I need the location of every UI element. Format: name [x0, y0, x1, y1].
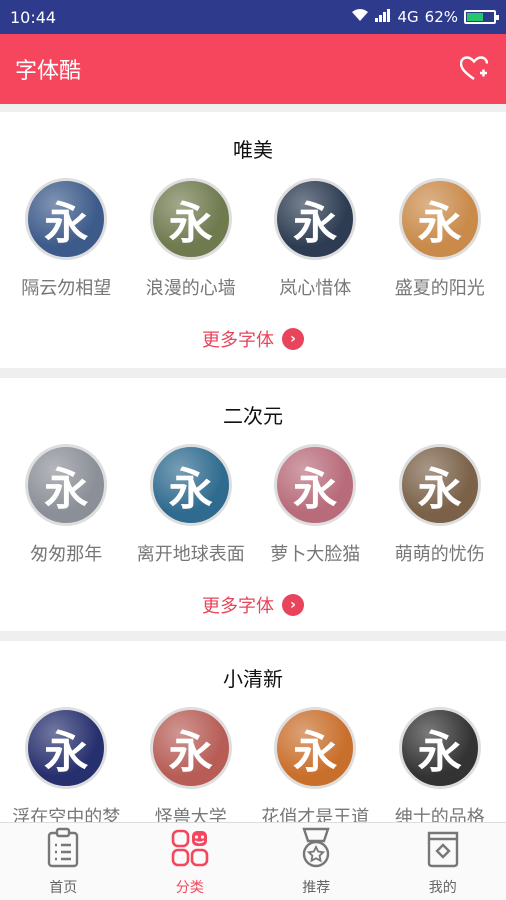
tab-label: 我的: [428, 879, 457, 896]
app-bar: 字体酷: [0, 34, 506, 104]
font-name: 萌萌的忧伤: [394, 544, 485, 565]
section-title: 唯美: [233, 138, 273, 162]
font-item[interactable]: 永 匆匆那年: [5, 444, 127, 566]
status-bar: 10:44 4G 62%: [0, 0, 506, 34]
more-fonts-link[interactable]: 更多字体 ›: [0, 592, 506, 618]
tab-1[interactable]: 分类: [127, 823, 254, 900]
font-item[interactable]: 永 萌萌的忧伤: [379, 444, 501, 566]
more-fonts-label: 更多字体: [202, 330, 274, 351]
font-name: 浪漫的心墙: [145, 278, 236, 299]
more-fonts-link[interactable]: 更多字体 ›: [0, 326, 506, 352]
font-item[interactable]: 永 盛夏的阳光: [379, 178, 501, 300]
tab-2[interactable]: 推荐: [253, 823, 380, 900]
status-time: 10:44: [10, 7, 57, 27]
font-item[interactable]: 永 离开地球表面: [130, 444, 252, 566]
font-name: 隔云勿相望: [21, 278, 112, 299]
font-name: 岚心惜体: [279, 278, 352, 299]
font-row: 永 隔云勿相望 永 浪漫的心墙 永 岚心惜体 永 盛夏的阳光: [0, 178, 506, 300]
font-name: 怪兽大学: [154, 807, 227, 822]
bottom-tab-bar: 首页 分类 推荐 我的: [0, 822, 506, 900]
tab-3[interactable]: 我的: [380, 823, 506, 900]
tab-0[interactable]: 首页: [0, 823, 127, 900]
font-row: 永 匆匆那年 永 离开地球表面 永 萝卜大脸猫 永 萌萌的忧伤: [0, 444, 506, 566]
section-title: 小清新: [223, 667, 283, 691]
font-category-section: 唯美 永 隔云勿相望 永 浪漫的心墙 永 岚心惜体 永 盛夏的阳光 更多字体 ›: [0, 112, 506, 368]
font-preview-avatar: 永: [149, 707, 232, 789]
chevron-right-icon: ›: [282, 328, 304, 350]
signal-icon: [375, 8, 391, 26]
category-list[interactable]: 唯美 永 隔云勿相望 永 浪漫的心墙 永 岚心惜体 永 盛夏的阳光 更多字体 ›…: [0, 104, 506, 822]
battery-icon: [464, 10, 499, 24]
font-item[interactable]: 永 浮在空中的梦: [5, 707, 127, 822]
font-preview-avatar: 永: [274, 178, 357, 260]
font-preview-avatar: 永: [149, 444, 232, 526]
chevron-right-icon: ›: [282, 594, 304, 616]
font-item[interactable]: 永 怪兽大学: [130, 707, 252, 822]
battery-fill: [467, 13, 484, 21]
font-item[interactable]: 永 浪漫的心墙: [130, 178, 252, 300]
font-row: 永 浮在空中的梦 永 怪兽大学 永 花俏才是王道 永 绅士的品格: [0, 707, 506, 822]
font-preview-avatar: 永: [398, 178, 481, 260]
font-preview-avatar: 永: [25, 707, 108, 789]
favorites-heart-icon[interactable]: [457, 52, 491, 86]
medal-icon: [296, 827, 336, 873]
font-name: 盛夏的阳光: [394, 278, 485, 299]
font-name: 离开地球表面: [136, 544, 245, 565]
network-type: 4G: [397, 8, 419, 26]
font-item[interactable]: 永 绅士的品格: [379, 707, 501, 822]
font-preview-avatar: 永: [25, 444, 108, 526]
font-item[interactable]: 永 岚心惜体: [254, 178, 376, 300]
wifi-icon: [351, 8, 369, 26]
grid-icon: [170, 827, 210, 873]
app-title: 字体酷: [15, 59, 82, 84]
battery-percent: 62%: [424, 8, 458, 26]
font-item[interactable]: 永 萝卜大脸猫: [254, 444, 376, 566]
status-indicators: 4G 62%: [351, 8, 499, 26]
font-name: 花俏才是王道: [261, 807, 370, 822]
font-name: 萝卜大脸猫: [270, 544, 361, 565]
font-name: 绅士的品格: [394, 807, 485, 822]
tab-label: 推荐: [302, 879, 331, 896]
tab-label: 分类: [175, 879, 204, 896]
font-category-section: 小清新 永 浮在空中的梦 永 怪兽大学 永 花俏才是王道 永 绅士的品格 更多字…: [0, 641, 506, 822]
more-fonts-label: 更多字体: [202, 596, 274, 617]
tab-label: 首页: [49, 879, 78, 896]
font-preview-avatar: 永: [398, 707, 481, 789]
section-title: 二次元: [223, 404, 283, 428]
font-preview-avatar: 永: [274, 707, 357, 789]
font-preview-avatar: 永: [398, 444, 481, 526]
font-category-section: 二次元 永 匆匆那年 永 离开地球表面 永 萝卜大脸猫 永 萌萌的忧伤 更多字体…: [0, 378, 506, 631]
profile-card-icon: [423, 827, 463, 873]
font-name: 匆匆那年: [30, 544, 103, 565]
clipboard-icon: [43, 827, 83, 873]
font-preview-avatar: 永: [274, 444, 357, 526]
font-item[interactable]: 永 花俏才是王道: [254, 707, 376, 822]
font-preview-avatar: 永: [25, 178, 108, 260]
font-preview-avatar: 永: [149, 178, 232, 260]
font-item[interactable]: 永 隔云勿相望: [5, 178, 127, 300]
font-name: 浮在空中的梦: [12, 807, 121, 822]
